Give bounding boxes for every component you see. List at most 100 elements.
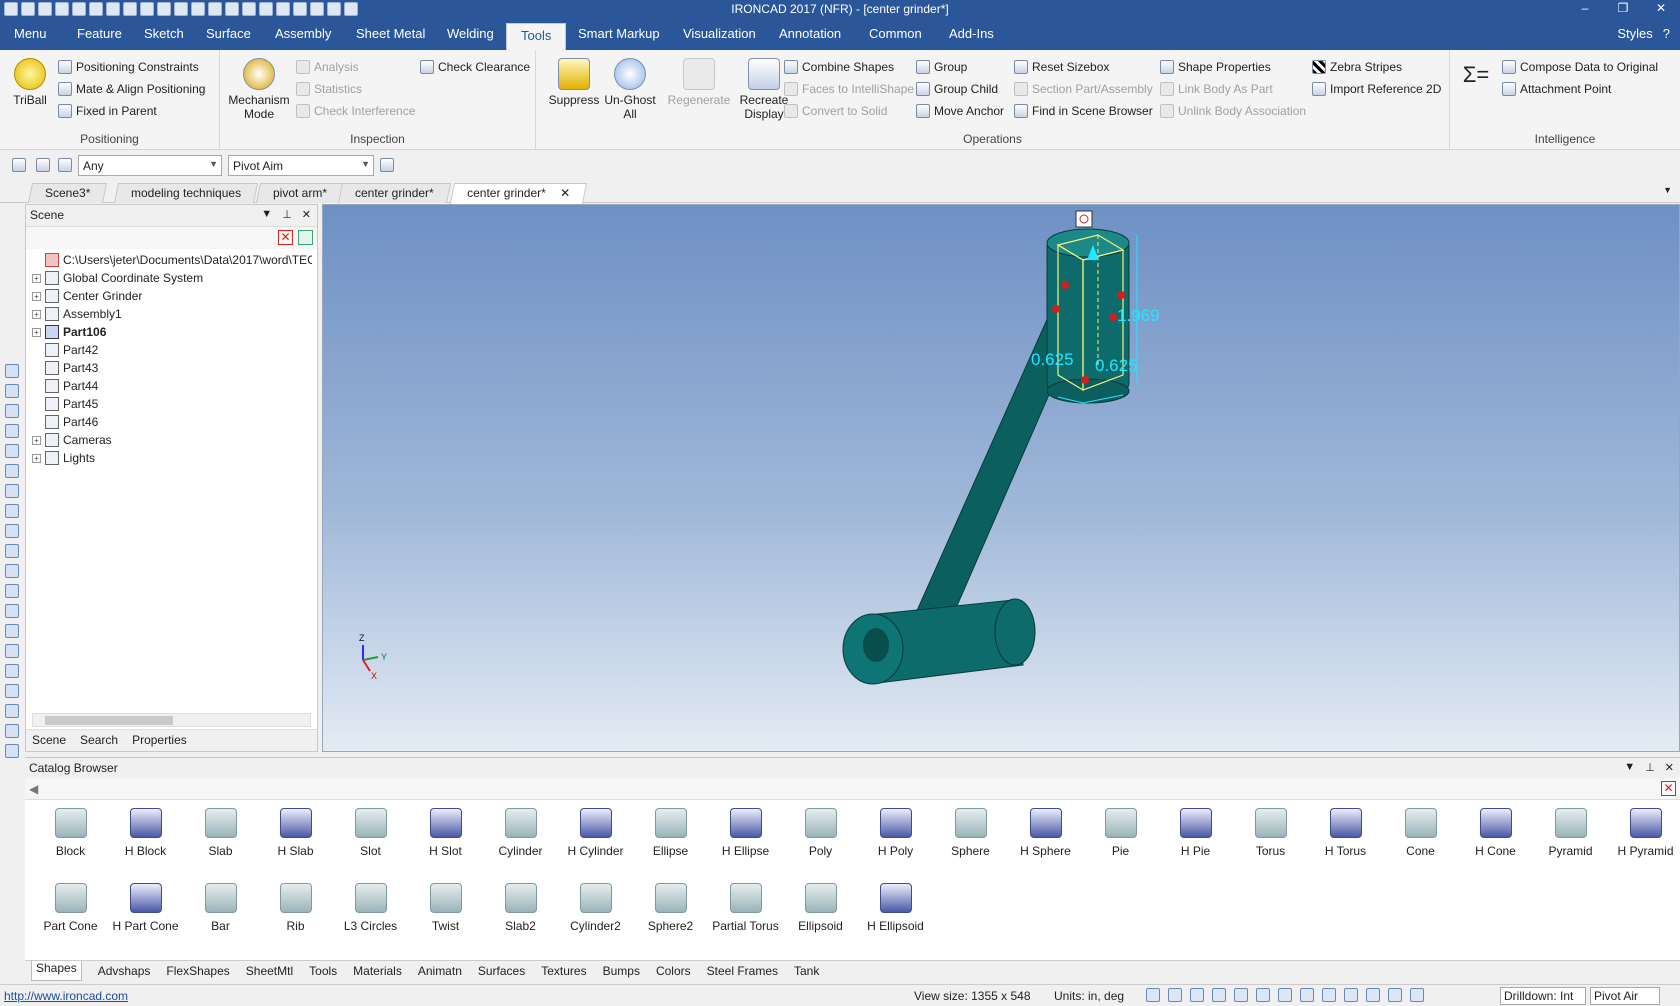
tree-row[interactable]: Part42 [32, 341, 312, 359]
expand-icon[interactable]: + [32, 273, 41, 283]
pivot-select[interactable]: Pivot Aim ▼ [228, 155, 374, 176]
minimize-button[interactable]: – [1566, 0, 1604, 19]
catalog-shape[interactable]: H Pyramid [1608, 808, 1680, 858]
tab-tools[interactable]: Tools [506, 23, 567, 50]
render-mode-icon[interactable] [1366, 988, 1380, 1002]
view-tool-icon[interactable] [5, 524, 19, 538]
styles-dropdown[interactable]: Styles [1617, 26, 1652, 41]
view-tool-icon[interactable] [5, 484, 19, 498]
dimension-height[interactable]: 1.969 [1117, 306, 1160, 325]
link-body-button[interactable]: Link Body As Part [1160, 79, 1273, 99]
catalog-shape[interactable]: Part Cone [33, 883, 108, 933]
catalog-shape[interactable]: Partial Torus [708, 883, 783, 933]
tree-row[interactable]: Part45 [32, 395, 312, 413]
anchor-icon[interactable] [1075, 210, 1093, 228]
tab-surface[interactable]: Surface [206, 26, 251, 41]
view-tool-icon[interactable] [5, 364, 19, 378]
tree-row[interactable]: + Lights [32, 449, 312, 467]
find-in-scene-button[interactable]: Find in Scene Browser [1014, 101, 1153, 121]
catalog-shape[interactable]: Pie [1083, 808, 1158, 858]
doc-tab-active[interactable]: center grinder* ✕ [449, 183, 588, 204]
doc-tab[interactable]: pivot arm* [255, 183, 345, 203]
zebra-stripes-button[interactable]: Zebra Stripes [1312, 57, 1402, 77]
maximize-button[interactable]: ❐ [1604, 0, 1642, 19]
tab-feature[interactable]: Feature [77, 26, 122, 41]
scroll-thumb[interactable] [45, 716, 173, 725]
mechanism-mode-button[interactable]: Mechanism Mode [226, 58, 292, 121]
catalog-tab[interactable]: Textures [541, 964, 586, 979]
catalog-shape[interactable]: L3 Circles [333, 883, 408, 933]
catalog-shape[interactable]: H Block [108, 808, 183, 858]
zoom-in-icon[interactable] [1168, 988, 1182, 1002]
shape-properties-button[interactable]: Shape Properties [1160, 57, 1271, 77]
top-cylinder-face[interactable] [1046, 228, 1130, 258]
doc-tab[interactable]: modeling techniques [113, 183, 259, 203]
panel-close-icon[interactable]: ✕ [1665, 761, 1674, 774]
catalog-shape[interactable]: Slot [333, 808, 408, 858]
website-link[interactable]: http://www.ironcad.com [4, 989, 128, 1003]
catalog-tab[interactable]: Animatn [418, 964, 462, 979]
view-tool-icon[interactable] [5, 704, 19, 718]
sigma-icon[interactable]: Σ= [1458, 60, 1494, 90]
catalog-shape[interactable]: Torus [1233, 808, 1308, 858]
expand-icon[interactable]: + [32, 291, 41, 301]
pin-icon[interactable]: ⊥ [282, 208, 292, 221]
catalog-shape[interactable]: H Sphere [1008, 808, 1083, 858]
tab-scene[interactable]: Scene [32, 733, 66, 748]
import-reference-2d-button[interactable]: Import Reference 2D [1312, 79, 1441, 99]
fixed-in-parent-button[interactable]: Fixed in Parent [58, 101, 157, 121]
clear-icon[interactable]: ✕ [278, 230, 293, 245]
sizebox-handle[interactable] [1109, 313, 1117, 321]
mate-align-button[interactable]: Mate & Align Positioning [58, 79, 205, 99]
catalog-tab[interactable]: Bumps [603, 964, 640, 979]
select-filter-icon[interactable] [58, 158, 72, 172]
tab-menu[interactable]: Menu [14, 26, 47, 41]
glasses-icon[interactable] [1300, 988, 1314, 1002]
catalog-shape[interactable]: Pyramid [1533, 808, 1608, 858]
suppress-button[interactable]: Suppress [548, 58, 600, 107]
catalog-tab[interactable]: Materials [353, 964, 402, 979]
expand-icon[interactable]: + [32, 453, 41, 463]
help-icon[interactable]: ? [1663, 26, 1670, 41]
attachment-point-button[interactable]: Attachment Point [1502, 79, 1611, 99]
sizebox-handle[interactable] [1061, 281, 1069, 289]
view-tool-icon[interactable] [5, 624, 19, 638]
close-button[interactable]: ✕ [1642, 0, 1680, 19]
statistics-button[interactable]: Statistics [296, 79, 362, 99]
group-button[interactable]: Group [916, 57, 967, 77]
tree-row[interactable]: + Global Coordinate System [32, 269, 312, 287]
compose-data-button[interactable]: Compose Data to Original [1502, 57, 1658, 77]
dimension-width[interactable]: 0.625 [1031, 350, 1074, 369]
catalog-shape[interactable]: H Pie [1158, 808, 1233, 858]
dimension-depth[interactable]: 0.625 [1095, 356, 1138, 375]
filter-icon[interactable] [298, 230, 313, 245]
hierarchy-icon[interactable] [380, 158, 394, 172]
close-tab-icon[interactable]: ✕ [560, 186, 570, 200]
clear-icon[interactable]: ✕ [1661, 781, 1676, 796]
tree-row[interactable]: Part46 [32, 413, 312, 431]
catalog-shape[interactable]: H Cone [1458, 808, 1533, 858]
tab-properties[interactable]: Properties [132, 733, 187, 748]
pointer-icon[interactable] [1388, 988, 1402, 1002]
catalog-shape[interactable]: Sphere [933, 808, 1008, 858]
view-tool-icon[interactable] [5, 424, 19, 438]
unghost-all-button[interactable]: Un-Ghost All [602, 58, 658, 121]
shading-icon[interactable] [1322, 988, 1336, 1002]
group-child-button[interactable]: Group Child [916, 79, 998, 99]
catalog-shape[interactable]: Slab [183, 808, 258, 858]
view-tool-icon[interactable] [5, 404, 19, 418]
reset-sizebox-button[interactable]: Reset Sizebox [1014, 57, 1109, 77]
tree-row[interactable]: + Center Grinder [32, 287, 312, 305]
faces-to-intellishape-button[interactable]: Faces to IntelliShape [784, 79, 914, 99]
catalog-shape[interactable]: H Part Cone [108, 883, 183, 933]
catalog-tab[interactable]: Steel Frames [707, 964, 778, 979]
catalog-shape[interactable]: Twist [408, 883, 483, 933]
section-part-button[interactable]: Section Part/Assembly [1014, 79, 1153, 99]
sizebox-handle[interactable] [1052, 305, 1060, 313]
tab-visualization[interactable]: Visualization [683, 26, 756, 41]
catalog-tab[interactable]: Shapes [31, 961, 82, 981]
bottom-hub-end[interactable] [994, 598, 1036, 666]
sizebox-handle[interactable] [1081, 376, 1089, 384]
expand-icon[interactable]: + [32, 309, 41, 319]
catalog-shape[interactable]: Poly [783, 808, 858, 858]
